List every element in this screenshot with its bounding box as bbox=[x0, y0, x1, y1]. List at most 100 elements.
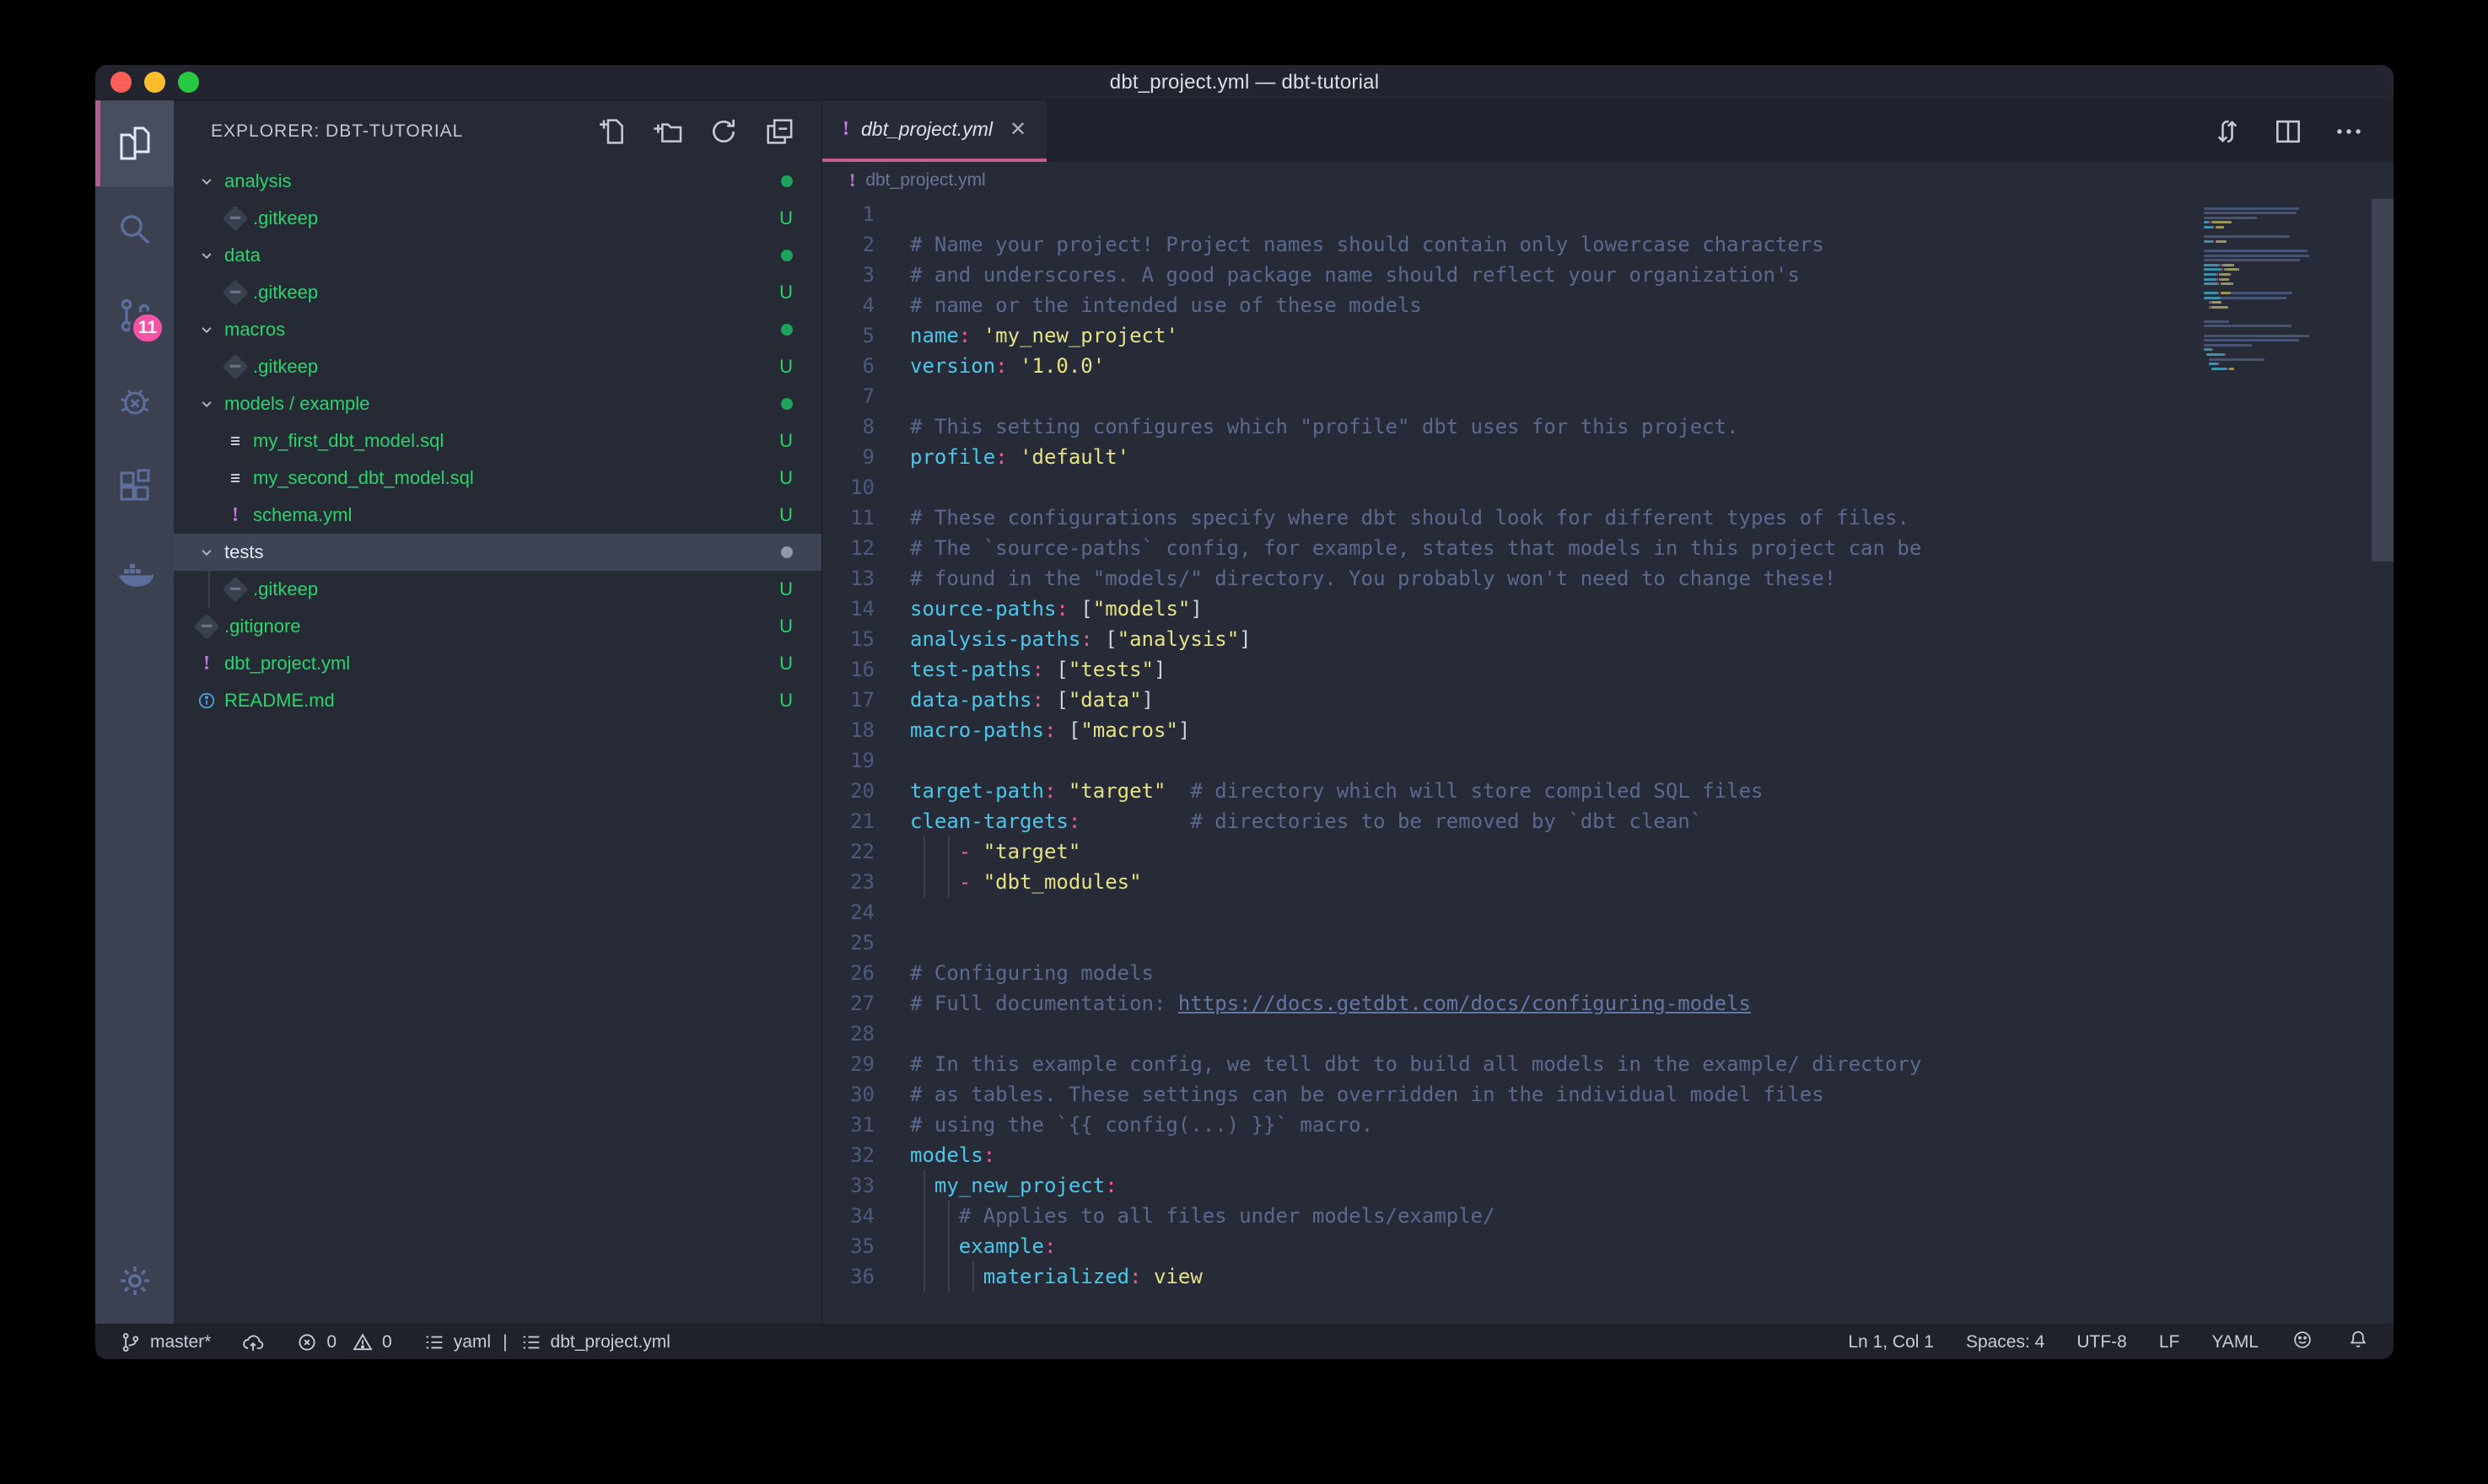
sync-button[interactable] bbox=[241, 1331, 265, 1354]
code-line-19[interactable]: 19 bbox=[822, 745, 2394, 776]
tree-file-my-first-dbt-model-sql[interactable]: my_first_dbt_model.sqlU bbox=[174, 422, 821, 460]
eol-indicator[interactable]: LF bbox=[2159, 1332, 2180, 1352]
code-line-33[interactable]: 33 my_new_project: bbox=[822, 1170, 2394, 1201]
tree-file--gitkeep[interactable]: .gitkeepU bbox=[174, 200, 821, 237]
line-number: 25 bbox=[822, 928, 897, 958]
tree-item-label: my_second_dbt_model.sql bbox=[253, 467, 474, 489]
tree-folder-tests[interactable]: tests bbox=[174, 534, 821, 571]
notifications-button[interactable] bbox=[2346, 1328, 2370, 1357]
code-line-13[interactable]: 13# found in the "models/" directory. Yo… bbox=[822, 563, 2394, 594]
activity-search[interactable] bbox=[95, 186, 174, 272]
tree-file-dbt-project-yml[interactable]: !dbt_project.ymlU bbox=[174, 645, 821, 682]
code-editor[interactable]: 12# Name your project! Project names sho… bbox=[822, 199, 2394, 1324]
code-line-8[interactable]: 8# This setting configures which "profil… bbox=[822, 411, 2394, 442]
tree-file-schema-yml[interactable]: !schema.ymlU bbox=[174, 497, 821, 534]
tree-file-my-second-dbt-model-sql[interactable]: my_second_dbt_model.sqlU bbox=[174, 460, 821, 497]
code-line-1[interactable]: 1 bbox=[822, 199, 2394, 229]
activity-explorer[interactable] bbox=[95, 100, 174, 186]
tree-file-readme-md[interactable]: README.mdU bbox=[174, 682, 821, 719]
close-tab-icon[interactable]: ✕ bbox=[1010, 117, 1026, 142]
chevron-down-icon bbox=[192, 245, 221, 266]
tree-folder-models-example[interactable]: models / example bbox=[174, 385, 821, 422]
code-line-23[interactable]: 23 - "dbt_modules" bbox=[822, 867, 2394, 897]
tree-file--gitkeep[interactable]: .gitkeepU bbox=[174, 571, 821, 608]
code-line-4[interactable]: 4# name or the intended use of these mod… bbox=[822, 290, 2394, 320]
activity-source-control[interactable]: 11 bbox=[95, 272, 174, 358]
tree-file--gitkeep[interactable]: .gitkeepU bbox=[174, 348, 821, 385]
code-line-9[interactable]: 9profile: 'default' bbox=[822, 442, 2394, 472]
code-line-16[interactable]: 16test-paths: ["tests"] bbox=[822, 654, 2394, 685]
code-line-6[interactable]: 6version: '1.0.0' bbox=[822, 351, 2394, 381]
code-line-34[interactable]: 34 # Applies to all files under models/e… bbox=[822, 1201, 2394, 1231]
git-file-icon bbox=[221, 283, 250, 302]
code-line-21[interactable]: 21clean-targets: # directories to be rem… bbox=[822, 806, 2394, 836]
git-file-icon bbox=[221, 580, 250, 599]
code-line-32[interactable]: 32models: bbox=[822, 1140, 2394, 1170]
cursor-position[interactable]: Ln 1, Col 1 bbox=[1848, 1332, 1934, 1352]
activity-docker[interactable] bbox=[95, 530, 174, 616]
code-line-20[interactable]: 20target-path: "target" # directory whic… bbox=[822, 776, 2394, 806]
feedback-button[interactable] bbox=[2291, 1328, 2314, 1357]
line-number: 23 bbox=[822, 867, 897, 897]
chevron-down-icon bbox=[196, 245, 218, 266]
tree-file--gitignore[interactable]: .gitignoreU bbox=[174, 608, 821, 645]
text-lines-icon bbox=[225, 468, 245, 488]
search-icon bbox=[115, 209, 155, 250]
new-folder-icon[interactable] bbox=[651, 115, 685, 148]
outline-file[interactable]: dbt_project.yml bbox=[520, 1331, 670, 1354]
code-line-36[interactable]: 36 materialized: view bbox=[822, 1261, 2394, 1292]
activity-settings[interactable] bbox=[95, 1238, 174, 1324]
tree-file--gitkeep[interactable]: .gitkeepU bbox=[174, 274, 821, 311]
encoding-indicator[interactable]: UTF-8 bbox=[2076, 1332, 2127, 1352]
activity-debug[interactable] bbox=[95, 358, 174, 444]
refresh-icon[interactable] bbox=[707, 115, 740, 148]
code-line-25[interactable]: 25 bbox=[822, 928, 2394, 958]
code-line-31[interactable]: 31# using the `{{ config(...) }}` macro. bbox=[822, 1110, 2394, 1140]
breadcrumb[interactable]: ! dbt_project.yml bbox=[822, 162, 2394, 199]
source-control-badge: 11 bbox=[130, 311, 165, 345]
code-line-30[interactable]: 30# as tables. These settings can be ove… bbox=[822, 1079, 2394, 1110]
window-title: dbt_project.yml — dbt-tutorial bbox=[95, 71, 2394, 94]
code-line-22[interactable]: 22 - "target" bbox=[822, 836, 2394, 867]
code-line-3[interactable]: 3# and underscores. A good package name … bbox=[822, 260, 2394, 290]
code-line-35[interactable]: 35 example: bbox=[822, 1231, 2394, 1261]
split-editor-icon[interactable] bbox=[2272, 116, 2304, 148]
new-file-icon[interactable] bbox=[595, 115, 629, 148]
outline-yaml[interactable]: yaml bbox=[423, 1331, 491, 1354]
minimap[interactable] bbox=[2204, 202, 2368, 372]
code-line-27[interactable]: 27# Full documentation: https://docs.get… bbox=[822, 988, 2394, 1019]
open-changes-icon[interactable] bbox=[2211, 116, 2243, 148]
language-indicator[interactable]: YAML bbox=[2211, 1332, 2259, 1352]
branch-indicator[interactable]: master* bbox=[119, 1331, 211, 1354]
code-line-18[interactable]: 18macro-paths: ["macros"] bbox=[822, 715, 2394, 745]
line-number: 8 bbox=[822, 411, 897, 442]
code-line-28[interactable]: 28 bbox=[822, 1019, 2394, 1049]
extensions-icon bbox=[115, 467, 155, 508]
line-number: 12 bbox=[822, 533, 897, 563]
code-line-5[interactable]: 5name: 'my_new_project' bbox=[822, 320, 2394, 351]
collapse-all-icon[interactable] bbox=[762, 115, 796, 148]
indent-guide bbox=[924, 836, 925, 897]
tab-dbt-project-yml[interactable]: ! dbt_project.yml ✕ bbox=[822, 100, 1047, 162]
code-line-2[interactable]: 2# Name your project! Project names shou… bbox=[822, 229, 2394, 260]
code-line-17[interactable]: 17data-paths: ["data"] bbox=[822, 685, 2394, 715]
activity-extensions[interactable] bbox=[95, 444, 174, 530]
editor-scrollbar[interactable] bbox=[2372, 199, 2394, 562]
more-actions-icon[interactable] bbox=[2333, 116, 2365, 148]
vscode-window: dbt_project.yml — dbt-tutorial 11 bbox=[95, 65, 2394, 1359]
code-line-7[interactable]: 7 bbox=[822, 381, 2394, 411]
tree-folder-analysis[interactable]: analysis bbox=[174, 163, 821, 200]
tree-folder-macros[interactable]: macros bbox=[174, 311, 821, 348]
code-line-29[interactable]: 29# In this example config, we tell dbt … bbox=[822, 1049, 2394, 1079]
code-line-12[interactable]: 12# The `source-paths` config, for examp… bbox=[822, 533, 2394, 563]
code-line-11[interactable]: 11# These configurations specify where d… bbox=[822, 503, 2394, 533]
tree-folder-data[interactable]: data bbox=[174, 237, 821, 274]
problems-indicator[interactable]: 0 0 bbox=[295, 1331, 391, 1354]
indentation-indicator[interactable]: Spaces: 4 bbox=[1966, 1332, 2044, 1352]
code-line-10[interactable]: 10 bbox=[822, 472, 2394, 503]
line-number: 6 bbox=[822, 351, 897, 381]
code-line-14[interactable]: 14source-paths: ["models"] bbox=[822, 594, 2394, 624]
code-line-26[interactable]: 26# Configuring models bbox=[822, 958, 2394, 988]
code-line-24[interactable]: 24 bbox=[822, 897, 2394, 928]
code-line-15[interactable]: 15analysis-paths: ["analysis"] bbox=[822, 624, 2394, 654]
